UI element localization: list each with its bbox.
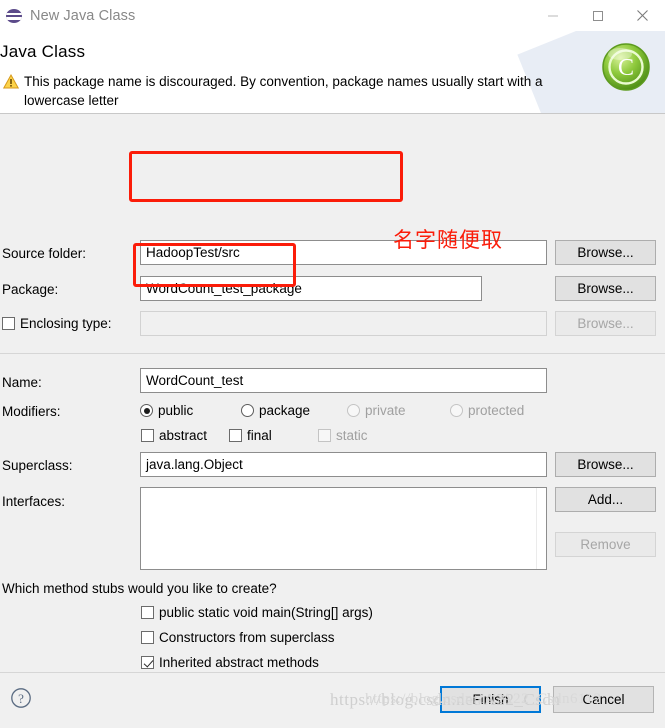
minimize-icon[interactable] bbox=[530, 0, 575, 31]
new-class-badge-icon: C bbox=[600, 41, 652, 93]
inherited-abstract-label: Inherited abstract methods bbox=[159, 655, 319, 670]
modifier-radio-public[interactable]: public bbox=[140, 403, 193, 418]
package-radio-button[interactable] bbox=[241, 404, 254, 417]
public-radio-button[interactable] bbox=[140, 404, 153, 417]
abstract-label: abstract bbox=[159, 428, 208, 443]
interfaces-label: Interfaces: bbox=[2, 494, 66, 509]
enclosing-type-browse-button: Browse... bbox=[555, 311, 656, 336]
package-browse-button[interactable]: Browse... bbox=[555, 276, 656, 301]
final-label: final bbox=[247, 428, 272, 443]
warning-triangle-icon bbox=[2, 73, 20, 89]
window-title: New Java Class bbox=[30, 7, 136, 24]
window-controls bbox=[530, 0, 665, 31]
superclass-input[interactable]: java.lang.Object bbox=[140, 452, 547, 477]
cancel-button[interactable]: Cancel bbox=[553, 686, 654, 713]
stub-checkbox-main[interactable]: public static void main(String[] args) bbox=[141, 605, 373, 620]
inherited-abstract-checkbox-box[interactable] bbox=[141, 656, 154, 669]
modifier-checkbox-static: static bbox=[318, 428, 368, 443]
superclass-browse-button[interactable]: Browse... bbox=[555, 452, 656, 477]
section-divider-1 bbox=[0, 353, 665, 354]
page-title: Java Class bbox=[0, 42, 86, 61]
chinese-annotation-note: 名字随便取 bbox=[393, 228, 503, 252]
name-label: Name: bbox=[2, 375, 42, 390]
enclosing-type-checkbox-box[interactable] bbox=[2, 317, 15, 330]
private-label: private bbox=[365, 403, 406, 418]
enclosing-type-label: Enclosing type: bbox=[20, 316, 112, 331]
modifier-radio-package[interactable]: package bbox=[241, 403, 310, 418]
private-radio-button bbox=[347, 404, 360, 417]
package-input[interactable]: WordCount_test_package bbox=[140, 276, 482, 301]
interfaces-listbox[interactable] bbox=[140, 487, 547, 570]
interfaces-add-button[interactable]: Add... bbox=[555, 487, 656, 512]
abstract-checkbox-box[interactable] bbox=[141, 429, 154, 442]
final-checkbox-box[interactable] bbox=[229, 429, 242, 442]
package-modifier-label: package bbox=[259, 403, 311, 418]
finish-button[interactable]: Finish bbox=[440, 686, 541, 713]
static-checkbox-box bbox=[318, 429, 331, 442]
help-question-icon[interactable]: ? bbox=[10, 687, 32, 709]
enclosing-type-checkbox[interactable]: Enclosing type: bbox=[2, 316, 112, 331]
modifier-checkbox-abstract[interactable]: abstract bbox=[141, 428, 207, 443]
dialog-header: Java Class This package name is discoura… bbox=[0, 31, 665, 114]
enclosing-type-input bbox=[140, 311, 547, 336]
dialog-body: Source folder: HadoopTest/src Browse... … bbox=[0, 114, 665, 720]
main-method-label: public static void main(String[] args) bbox=[159, 605, 373, 620]
stub-checkbox-constructors[interactable]: Constructors from superclass bbox=[141, 630, 335, 645]
modifier-radio-private: private bbox=[347, 403, 406, 418]
interfaces-remove-button: Remove bbox=[555, 532, 656, 557]
stub-checkbox-inherited[interactable]: Inherited abstract methods bbox=[141, 655, 319, 670]
interfaces-scrollbar[interactable] bbox=[536, 488, 546, 569]
main-method-checkbox-box[interactable] bbox=[141, 606, 154, 619]
public-label: public bbox=[158, 403, 194, 418]
package-label: Package: bbox=[2, 282, 59, 297]
modifiers-label: Modifiers: bbox=[2, 404, 61, 419]
close-icon[interactable] bbox=[620, 0, 665, 31]
modifier-checkbox-final[interactable]: final bbox=[229, 428, 272, 443]
constructors-label: Constructors from superclass bbox=[159, 630, 335, 645]
source-folder-label: Source folder: bbox=[2, 246, 87, 261]
maximize-icon[interactable] bbox=[575, 0, 620, 31]
warning-message: This package name is discouraged. By con… bbox=[24, 74, 543, 108]
static-label: static bbox=[336, 428, 368, 443]
dialog-footer: ? Finish Cancel bbox=[0, 672, 665, 728]
constructors-checkbox-box[interactable] bbox=[141, 631, 154, 644]
name-input[interactable]: WordCount_test bbox=[140, 368, 547, 393]
method-stubs-question: Which method stubs would you like to cre… bbox=[2, 581, 277, 596]
modifier-radio-protected: protected bbox=[450, 403, 524, 418]
title-bar: New Java Class bbox=[0, 0, 665, 31]
source-folder-browse-button[interactable]: Browse... bbox=[555, 240, 656, 265]
superclass-label: Superclass: bbox=[2, 458, 73, 473]
protected-radio-button bbox=[450, 404, 463, 417]
protected-label: protected bbox=[468, 403, 525, 418]
eclipse-icon bbox=[6, 8, 22, 24]
svg-text:?: ? bbox=[18, 691, 24, 706]
